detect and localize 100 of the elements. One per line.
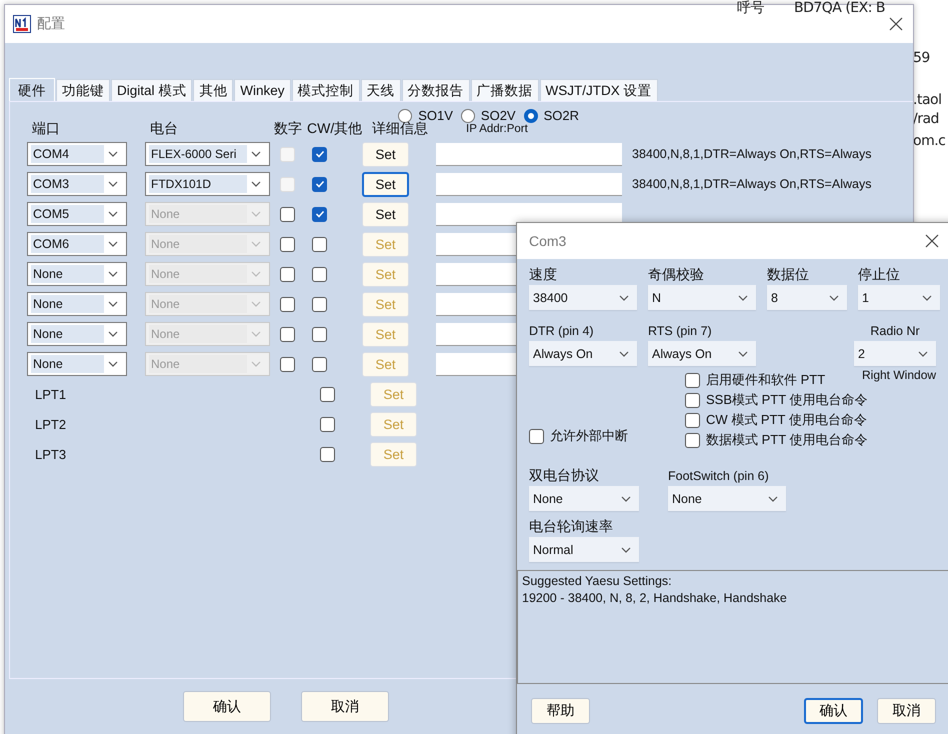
- tab[interactable]: 其他: [193, 79, 234, 101]
- tab[interactable]: 模式控制: [292, 79, 360, 101]
- digital-checkbox[interactable]: [280, 266, 295, 282]
- chevron-icon: [108, 301, 118, 307]
- cw-checkbox[interactable]: [320, 446, 335, 462]
- rts-dropdown[interactable]: Always On: [648, 341, 756, 366]
- checkbox[interactable]: [685, 412, 700, 428]
- checkmark-icon: [314, 149, 324, 159]
- cw-checkbox[interactable]: [320, 416, 335, 432]
- column-header: IP Addr:Port: [466, 123, 528, 135]
- radio-option[interactable]: SO1V: [398, 108, 453, 123]
- checkbox-label: 允许外部中断: [550, 428, 628, 445]
- footswitch-dropdown[interactable]: None: [668, 486, 786, 511]
- dialog-button[interactable]: 取消: [877, 698, 936, 724]
- cw-checkbox[interactable]: [312, 296, 327, 312]
- radio-number-dropdown[interactable]: 2: [854, 341, 936, 366]
- checkmark-icon: [314, 209, 324, 219]
- field-label: DTR (pin 4): [529, 323, 595, 340]
- cw-checkbox[interactable]: [320, 386, 335, 402]
- digital-checkbox[interactable]: [280, 206, 295, 222]
- chevron-icon: [108, 331, 118, 337]
- polling-rate-dropdown[interactable]: Normal: [529, 537, 639, 562]
- cw-checkbox[interactable]: [312, 146, 327, 162]
- settings-dropdown[interactable]: 8: [767, 285, 847, 310]
- tab[interactable]: 分数报告: [402, 79, 470, 101]
- radio-dropdown[interactable]: FLEX-6000 Seri: [145, 142, 270, 166]
- port-dropdown[interactable]: COM4: [27, 142, 127, 166]
- chevron-icon: [829, 294, 839, 300]
- port-dropdown[interactable]: COM6: [27, 232, 127, 256]
- tab[interactable]: 硬件: [9, 78, 55, 101]
- column-header: 电台: [150, 120, 179, 138]
- ip-address-field[interactable]: [436, 142, 622, 166]
- cw-checkbox[interactable]: [312, 266, 327, 282]
- radio-option[interactable]: SO2R: [524, 108, 579, 123]
- column-header: 详细信息: [372, 120, 428, 138]
- field-label: RTS (pin 7): [648, 323, 713, 340]
- checkbox[interactable]: [685, 372, 700, 388]
- set-button[interactable]: Set: [362, 172, 409, 196]
- digital-checkbox[interactable]: [280, 296, 295, 312]
- port-dropdown[interactable]: None: [27, 262, 127, 286]
- field-label: FootSwitch (pin 6): [668, 468, 770, 485]
- dialog-button[interactable]: 帮助: [531, 698, 590, 724]
- chevron-icon: [621, 546, 631, 552]
- port-dropdown[interactable]: None: [27, 292, 127, 316]
- checkbox-label: 启用硬件和软件 PTT: [706, 371, 826, 389]
- dialog-button[interactable]: 确认: [804, 698, 863, 724]
- port-settings-text: 38400,N,8,1,DTR=Always On,RTS=Always: [632, 147, 872, 161]
- cw-checkbox[interactable]: [312, 206, 327, 222]
- chevron-icon: [108, 241, 118, 247]
- settings-note: 19200 - 38400, N, 8, 2, Handshake, Handshake: [522, 590, 788, 607]
- dtr-dropdown[interactable]: Always On: [529, 341, 637, 366]
- checkbox[interactable]: [685, 392, 700, 408]
- checkbox-label: SSB模式 PTT 使用电台命令: [706, 391, 868, 409]
- chevron-icon: [251, 331, 261, 337]
- cw-checkbox[interactable]: [312, 356, 327, 372]
- port-dropdown[interactable]: COM3: [27, 172, 127, 196]
- cw-checkbox[interactable]: [312, 176, 327, 192]
- chevron-icon: [918, 350, 928, 356]
- radio-option[interactable]: SO2V: [460, 108, 516, 123]
- settings-dropdown[interactable]: 38400: [529, 285, 637, 310]
- chevron-icon: [619, 294, 629, 300]
- radio-dropdown[interactable]: FTDX101D: [145, 172, 270, 196]
- port-dropdown[interactable]: COM5: [27, 202, 127, 226]
- tab[interactable]: 功能键: [56, 79, 110, 101]
- digital-checkbox[interactable]: [280, 236, 295, 252]
- tab[interactable]: WSJT/JTDX 设置: [540, 79, 658, 101]
- chevron-icon: [251, 151, 261, 157]
- tab[interactable]: 广播数据: [470, 79, 539, 101]
- chevron-icon: [251, 271, 261, 277]
- column-header: CW/其他: [307, 120, 364, 138]
- digital-checkbox[interactable]: [280, 356, 295, 372]
- close-icon[interactable]: [925, 234, 939, 248]
- port-dropdown[interactable]: None: [27, 352, 127, 376]
- so2r-protocol-dropdown[interactable]: None: [529, 486, 639, 511]
- tab[interactable]: Winkey: [234, 79, 291, 101]
- chevron-icon: [621, 496, 631, 502]
- background-text: .taol: [913, 92, 942, 108]
- checkbox[interactable]: [529, 428, 544, 444]
- tab[interactable]: 天线: [360, 79, 401, 101]
- digital-checkbox[interactable]: [280, 326, 295, 342]
- cw-checkbox[interactable]: [312, 236, 327, 252]
- dialog-button[interactable]: 取消: [301, 691, 389, 722]
- background-text: BD7QA (EX: B: [794, 0, 886, 16]
- settings-dropdown[interactable]: N: [648, 285, 756, 310]
- close-icon[interactable]: [889, 17, 903, 31]
- cw-checkbox[interactable]: [312, 326, 327, 342]
- set-button[interactable]: Set: [362, 202, 409, 226]
- tab[interactable]: Digital 模式: [111, 79, 192, 101]
- port-label: LPT3: [35, 446, 68, 462]
- dialog-button[interactable]: 确认: [183, 691, 271, 722]
- chevron-icon: [251, 211, 261, 217]
- settings-dropdown[interactable]: 1: [858, 285, 940, 310]
- chevron-icon: [922, 294, 932, 300]
- set-button[interactable]: Set: [362, 142, 409, 166]
- port-label: LPT1: [35, 386, 68, 402]
- ip-address-field[interactable]: [436, 202, 622, 226]
- ip-address-field[interactable]: [436, 172, 622, 196]
- background-text: 59: [913, 50, 930, 66]
- checkbox[interactable]: [685, 432, 700, 448]
- port-dropdown[interactable]: None: [27, 322, 127, 346]
